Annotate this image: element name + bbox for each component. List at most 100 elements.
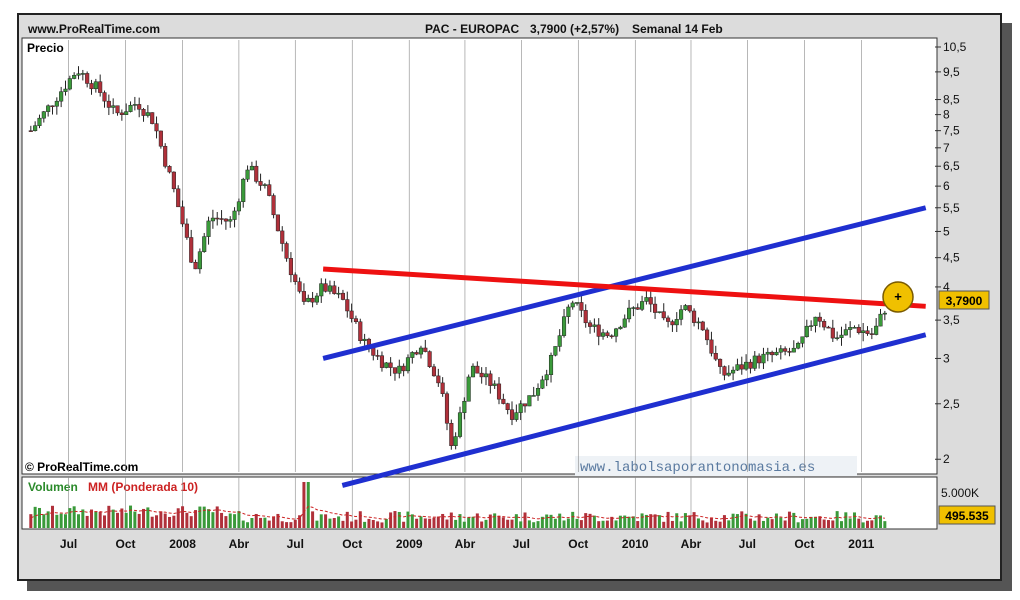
candle-body <box>830 327 835 339</box>
y-tick-label: 5,5 <box>943 201 960 215</box>
candle-body <box>176 188 181 208</box>
volume-bar <box>293 519 297 528</box>
candle-body <box>674 319 679 326</box>
candle-body <box>258 181 263 186</box>
candle-body <box>614 328 619 337</box>
candle-body <box>570 302 575 308</box>
volume-bar <box>670 520 674 528</box>
candle-body <box>440 382 445 394</box>
candle-body <box>379 355 385 368</box>
candle-body <box>878 313 883 327</box>
volume-bar <box>709 517 713 528</box>
copyright: © ProRealTime.com <box>25 460 138 474</box>
volume-bar <box>766 517 770 528</box>
instrument-name: PAC - EUROPAC <box>425 22 520 36</box>
candle-body <box>540 379 545 389</box>
volume-bar <box>740 511 744 528</box>
x-tick-label: Abr <box>681 537 702 551</box>
candle-body <box>653 303 658 313</box>
candle-body <box>457 412 463 437</box>
candle-body <box>327 285 332 292</box>
candle-body <box>349 310 354 319</box>
candle-body <box>856 327 861 333</box>
volume-bar <box>592 515 596 528</box>
volume-bar <box>826 520 830 528</box>
candle-body <box>89 83 94 90</box>
candle-body <box>479 372 484 378</box>
candle-body <box>778 348 783 353</box>
volume-bar <box>354 519 358 528</box>
candle-body <box>67 78 72 90</box>
x-tick-label: 2010 <box>622 537 649 551</box>
volume-bar <box>124 512 128 528</box>
volume-bar <box>558 513 562 528</box>
candle-body <box>245 169 250 180</box>
candle-body <box>548 354 554 375</box>
candle-body <box>492 383 497 386</box>
y-tick-label: 3 <box>943 351 950 365</box>
candle-body <box>449 423 454 446</box>
candle-body <box>228 219 233 222</box>
candle-body <box>119 112 124 115</box>
candle-body <box>280 230 285 244</box>
candle-body <box>514 412 519 420</box>
x-tick-label: 2011 <box>848 537 874 551</box>
volume-bar <box>159 511 163 528</box>
site-url[interactable]: www.ProRealTime.com <box>27 22 160 36</box>
candle-body <box>735 364 740 371</box>
candle-body <box>609 335 614 338</box>
volume-bar <box>272 516 276 528</box>
candle-body <box>98 81 103 93</box>
volume-bar <box>233 514 237 528</box>
candle-body <box>869 333 874 335</box>
candle-body <box>813 316 818 326</box>
candle-body <box>267 184 272 196</box>
volume-bar <box>94 511 98 528</box>
y-tick-label: 3,5 <box>943 313 960 327</box>
candle-body <box>635 307 640 310</box>
candle-body <box>601 332 606 337</box>
candle-body <box>579 302 584 311</box>
candle-body <box>397 365 402 374</box>
volume-bar <box>640 513 644 528</box>
volume-bar <box>380 522 384 528</box>
volume-bar <box>753 520 757 528</box>
candle-body <box>705 329 710 341</box>
volume-bar <box>662 521 666 528</box>
candle-body <box>826 326 831 329</box>
candle-body <box>774 351 779 356</box>
candle-body <box>405 357 411 372</box>
candle-body <box>297 281 302 292</box>
volume-bar <box>735 514 739 528</box>
volume-bar <box>389 512 393 528</box>
volume-bar <box>42 514 46 528</box>
candle-body <box>700 321 705 331</box>
candle-body <box>219 218 224 220</box>
volume-bar <box>631 516 635 528</box>
volume-bar <box>857 518 861 528</box>
candle-body <box>657 311 662 313</box>
volume-bar <box>302 482 306 528</box>
volume-bar <box>133 511 137 528</box>
volume-bar <box>679 521 683 528</box>
volume-bar <box>55 514 59 528</box>
signal-marker-glyph: + <box>894 289 902 304</box>
volume-bar <box>406 511 410 528</box>
candle-body <box>783 348 788 352</box>
volume-bar <box>488 514 492 528</box>
volume-bar <box>68 508 72 528</box>
volume-bar <box>484 519 488 528</box>
volume-bar <box>85 515 89 528</box>
candle-body <box>232 210 237 220</box>
volume-bar <box>813 516 817 528</box>
volume-bar <box>441 513 445 528</box>
volume-bar <box>761 520 765 528</box>
candle-body <box>184 223 189 238</box>
volume-bar <box>627 516 631 528</box>
candle-body <box>666 317 671 322</box>
period-label: Semanal 14 Feb <box>632 22 723 36</box>
volume-bar <box>29 514 33 528</box>
candle-body <box>835 337 840 339</box>
volume-bar <box>883 521 887 528</box>
volume-bar <box>506 519 510 528</box>
